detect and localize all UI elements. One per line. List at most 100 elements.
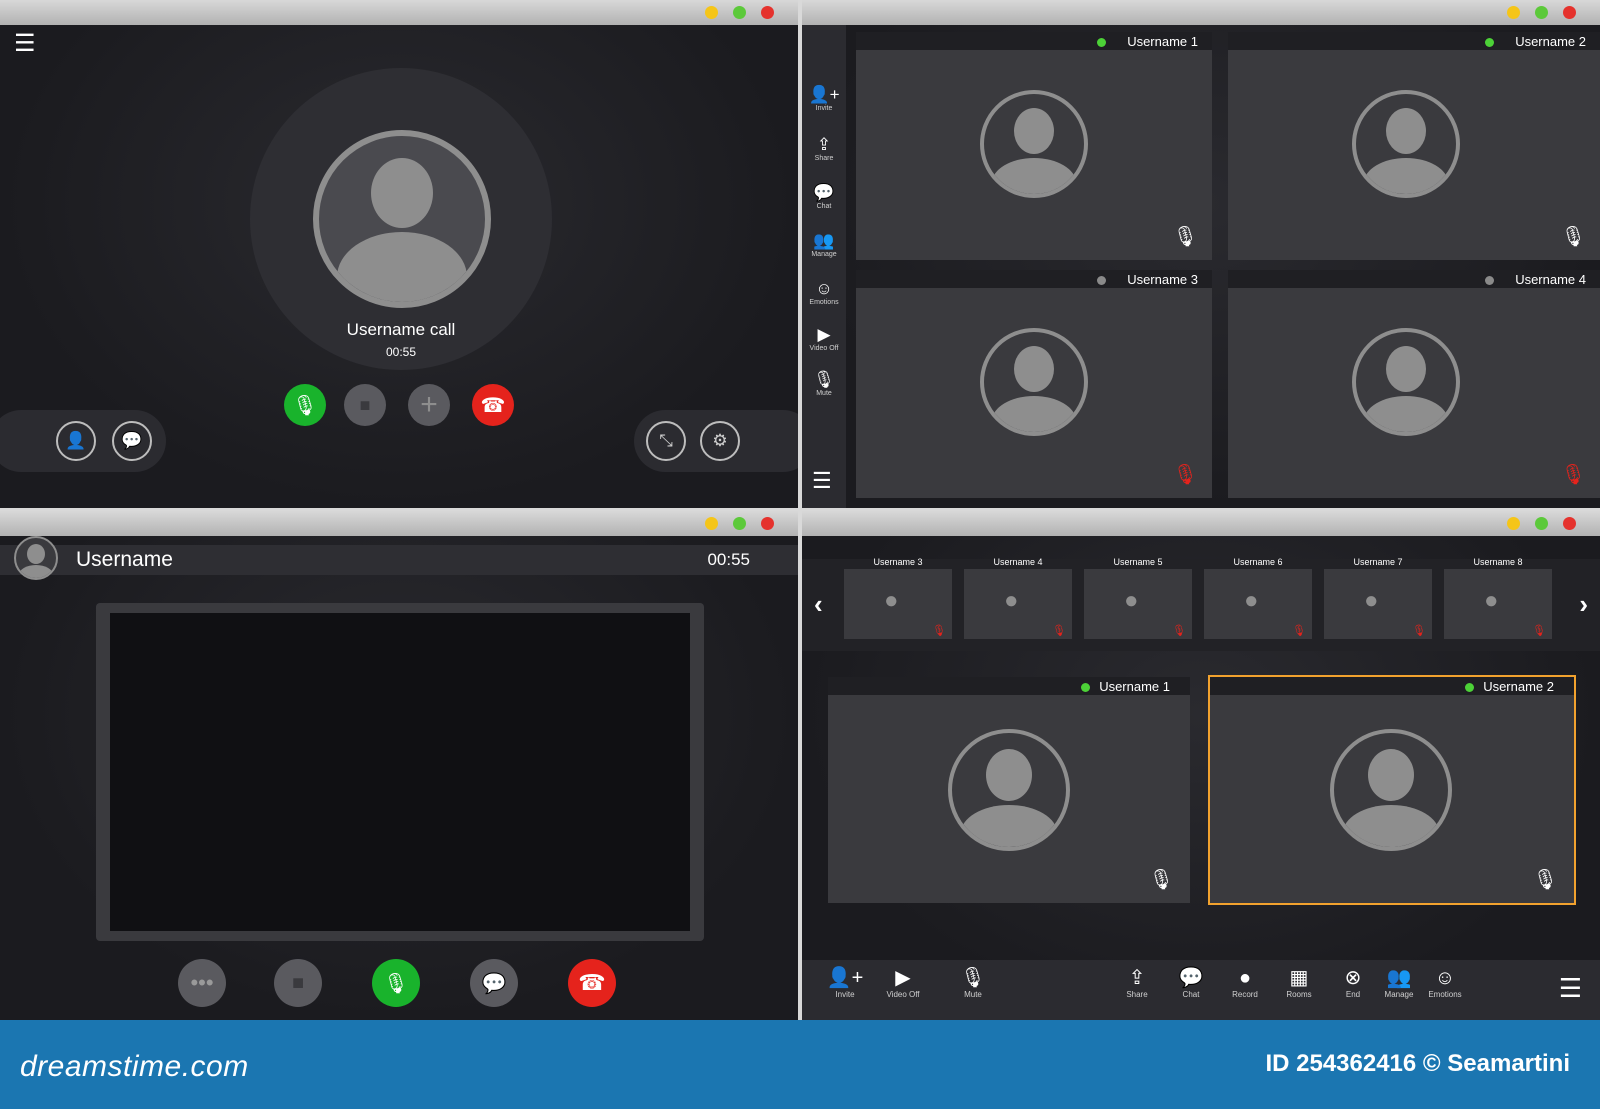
toolbar-share-button[interactable]: ⇪ Share <box>1110 966 1164 999</box>
smiley-icon: ☺ <box>1434 967 1456 989</box>
close-window-button[interactable] <box>761 6 774 19</box>
call-screen-panel: ☰ Username call 00:55 🎙 ■ + ☎ 👤 💬 ⤡ ⚙ <box>0 0 798 508</box>
invite-icon: 👤+ <box>808 85 840 104</box>
participant-tile[interactable]: Username 3 🎙 <box>856 270 1212 498</box>
call-timer: 00:55 <box>385 345 417 359</box>
mic-muted-icon[interactable]: 🎙 <box>1173 462 1198 487</box>
record-icon: ● <box>1238 967 1252 989</box>
sidebar-item-invite[interactable]: 👤+ Invite <box>802 85 846 112</box>
mic-muted-icon: 🎙 <box>1292 625 1306 637</box>
sidebar-item-emotions[interactable]: ☺ Emotions <box>802 279 846 306</box>
smiley-icon: ☺ <box>815 279 833 298</box>
close-window-button[interactable] <box>1563 6 1576 19</box>
minimize-call-button[interactable]: ⤡ <box>646 421 686 461</box>
participant-tile[interactable]: Username 4 🎙 <box>1228 270 1600 498</box>
mic-icon: 🎙 <box>292 394 318 417</box>
minimize-window-button[interactable] <box>705 6 718 19</box>
mic-icon[interactable]: 🎙 <box>1173 224 1198 249</box>
side-toolbar: 👤+ Invite ⇪ Share 💬 Chat 👥 Manage ☺ Emotions … <box>802 25 846 508</box>
thumbnail-name: Username 5 <box>1113 557 1163 567</box>
mic-muted-icon[interactable]: 🎙 <box>1561 462 1586 487</box>
toolbar-emotions-button[interactable]: ☺ Emotions <box>1418 966 1472 999</box>
add-user-button[interactable]: 👤 <box>56 421 96 461</box>
toolbar-invite-button[interactable]: 👤+ Invite <box>818 966 872 999</box>
sidebar-item-chat[interactable]: 💬 Chat <box>802 183 846 210</box>
mic-muted-icon: 🎙 <box>932 625 946 637</box>
add-user-icon: 👤 <box>65 431 87 450</box>
minimize-window-button[interactable] <box>705 517 718 530</box>
participant-avatar <box>948 729 1070 851</box>
video-toggle-button[interactable]: ■ <box>344 384 386 426</box>
toolbar-record-button[interactable]: ● Record <box>1218 966 1272 999</box>
thumbnail-name: Username 7 <box>1353 557 1403 567</box>
minimize-window-button[interactable] <box>1507 517 1520 530</box>
video-camera-icon: ▶ <box>817 325 831 344</box>
user-icon: ● <box>1364 587 1379 614</box>
add-call-button[interactable]: + <box>408 384 450 426</box>
phone-hangup-icon: ☎ <box>578 970 606 995</box>
chevron-right-icon[interactable]: › <box>1579 589 1588 620</box>
chevron-left-icon[interactable]: ‹ <box>814 589 823 620</box>
sidebar-item-manage[interactable]: 👥 Manage <box>802 231 846 258</box>
mic-muted-icon: 🎙 <box>1052 625 1066 637</box>
online-status-dot <box>1081 683 1090 692</box>
mic-icon[interactable]: 🎙 <box>1149 867 1174 892</box>
chat-button[interactable]: 💬 <box>112 421 152 461</box>
participant-avatar <box>980 90 1088 198</box>
mic-muted-icon: 🎙 <box>1412 625 1426 637</box>
participant-name: Username 2 <box>1483 679 1554 694</box>
close-window-button[interactable] <box>761 517 774 530</box>
user-icon: ● <box>1124 587 1139 614</box>
participant-thumbnail[interactable]: ● 🎙 <box>1204 569 1312 639</box>
menu-icon[interactable]: ☰ <box>1559 973 1582 1004</box>
maximize-window-button[interactable] <box>1535 6 1548 19</box>
active-speaker-tile[interactable]: Username 2 🎙 <box>1208 675 1576 905</box>
speaker-view-panel: ‹ › Username 3 ● 🎙 Username 4 ● 🎙 Userna… <box>802 511 1600 1020</box>
participant-thumbnail[interactable]: ● 🎙 <box>964 569 1072 639</box>
participant-tile[interactable]: Username 1 🎙 <box>856 32 1212 260</box>
chat-button[interactable]: 💬 <box>470 959 518 1007</box>
end-call-button[interactable]: ☎ <box>568 959 616 1007</box>
phone-hangup-icon: ☎ <box>480 394 506 417</box>
maximize-window-button[interactable] <box>733 6 746 19</box>
rooms-grid-icon: ▦ <box>1289 967 1309 989</box>
participant-avatar <box>980 328 1088 436</box>
participant-tile[interactable]: Username 1 🎙 <box>828 677 1190 903</box>
participant-name: Username 1 <box>1127 34 1198 49</box>
mute-mic-button[interactable]: 🎙 <box>284 384 326 426</box>
sidebar-item-video-off[interactable]: ▶ Video Off <box>802 325 846 352</box>
participant-thumbnail[interactable]: ● 🎙 <box>1084 569 1192 639</box>
stock-footer: dreamstime.com ID 254362416 © Seamartini <box>0 1020 1600 1109</box>
title-bar <box>802 0 1600 25</box>
maximize-window-button[interactable] <box>1535 517 1548 530</box>
mockup-sheet: ☰ Username call 00:55 🎙 ■ + ☎ 👤 💬 ⤡ ⚙ 👤+… <box>0 0 1600 1109</box>
screen-share-panel: Username 00:55 ••• ■ 🎙 💬 ☎ <box>0 511 798 1020</box>
thumbnail-name: Username 3 <box>873 557 923 567</box>
minimize-window-button[interactable] <box>1507 6 1520 19</box>
more-options-button[interactable]: ••• <box>178 959 226 1007</box>
mic-icon[interactable]: 🎙 <box>1561 224 1586 249</box>
toolbar-video-off-button[interactable]: ▶ Video Off <box>876 966 930 999</box>
settings-button[interactable]: ⚙ <box>700 421 740 461</box>
participant-thumbnail[interactable]: ● 🎙 <box>1444 569 1552 639</box>
video-toggle-button[interactable]: ■ <box>274 959 322 1007</box>
toolbar-chat-button[interactable]: 💬 Chat <box>1164 966 1218 999</box>
maximize-window-button[interactable] <box>733 517 746 530</box>
mute-mic-button[interactable]: 🎙 <box>372 959 420 1007</box>
toolbar-rooms-button[interactable]: ▦ Rooms <box>1272 966 1326 999</box>
participant-thumbnail[interactable]: ● 🎙 <box>1324 569 1432 639</box>
mic-icon[interactable]: 🎙 <box>1533 867 1558 892</box>
menu-icon[interactable]: ☰ <box>14 32 40 56</box>
online-status-dot <box>1465 683 1474 692</box>
participant-name: Username 3 <box>1127 272 1198 287</box>
participant-tile[interactable]: Username 2 🎙 <box>1228 32 1600 260</box>
toolbar-mute-button[interactable]: 🎙 Mute <box>946 966 1000 999</box>
sidebar-item-mute[interactable]: 🎙 Mute <box>802 370 846 397</box>
end-call-button[interactable]: ☎ <box>472 384 514 426</box>
participant-thumbnail[interactable]: ● 🎙 <box>844 569 952 639</box>
menu-icon[interactable]: ☰ <box>812 468 832 494</box>
invite-icon: 👤+ <box>826 967 864 989</box>
close-window-button[interactable] <box>1563 517 1576 530</box>
sidebar-item-share[interactable]: ⇪ Share <box>802 135 846 162</box>
participant-name: Username 1 <box>1099 679 1170 694</box>
